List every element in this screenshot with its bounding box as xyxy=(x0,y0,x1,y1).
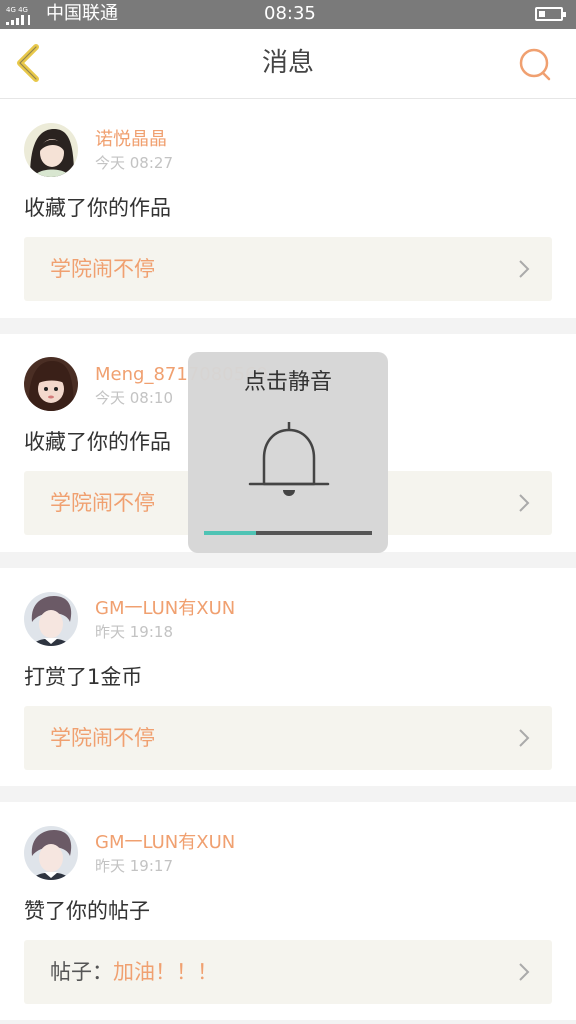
message-time: 昨天 19:18 xyxy=(95,623,173,641)
chevron-right-icon xyxy=(519,963,530,981)
search-button[interactable] xyxy=(517,46,553,82)
status-time: 08:35 xyxy=(264,3,316,24)
message-time: 昨天 19:17 xyxy=(95,857,173,875)
message-link[interactable]: 学院闹不停 xyxy=(24,237,552,301)
volume-level xyxy=(204,531,257,535)
avatar[interactable] xyxy=(24,357,78,411)
message-action: 赞了你的帖子 xyxy=(24,899,150,923)
message-action: 收藏了你的作品 xyxy=(24,430,171,454)
header-bar: 消息 xyxy=(0,29,576,99)
message-time: 今天 08:27 xyxy=(95,154,173,172)
message-username[interactable]: GM一LUN有XUN xyxy=(95,598,235,620)
network-type: 4G 4G xyxy=(6,6,28,14)
message-card: 诺悦晶晶 今天 08:27 收藏了你的作品 学院闹不停 xyxy=(0,99,576,318)
bell-icon xyxy=(248,422,330,496)
message-action: 打赏了1金币 xyxy=(24,665,143,689)
message-username[interactable]: 诺悦晶晶 xyxy=(95,129,167,151)
signal-icon: 4G 4G xyxy=(6,6,40,25)
message-link-text: 学院闹不停 xyxy=(50,491,155,515)
search-icon xyxy=(519,48,551,81)
message-link-text: 帖子：加油！！！ xyxy=(50,960,218,984)
avatar[interactable] xyxy=(24,123,78,177)
message-card: GM一LUN有XUN 昨天 19:18 打赏了1金币 学院闹不停 xyxy=(0,568,576,786)
message-link-text: 学院闹不停 xyxy=(50,726,155,750)
message-link[interactable]: 帖子：加油！！！ xyxy=(24,940,552,1004)
avatar[interactable] xyxy=(24,826,78,880)
chevron-right-icon xyxy=(519,729,530,747)
chevron-right-icon xyxy=(519,260,530,278)
carrier-name: 中国联通 xyxy=(46,3,118,24)
volume-overlay[interactable]: 点击静音 xyxy=(188,352,388,553)
chevron-right-icon xyxy=(519,494,530,512)
status-bar: 4G 4G 中国联通 08:35 xyxy=(0,0,576,29)
avatar[interactable] xyxy=(24,592,78,646)
message-link-text: 学院闹不停 xyxy=(50,257,155,281)
message-action: 收藏了你的作品 xyxy=(24,196,171,220)
message-time: 今天 08:10 xyxy=(95,389,173,407)
mute-label[interactable]: 点击静音 xyxy=(188,366,388,400)
message-card: GM一LUN有XUN 昨天 19:17 赞了你的帖子 帖子：加油！！！ xyxy=(0,802,576,1020)
message-username[interactable]: GM一LUN有XUN xyxy=(95,832,235,854)
message-link[interactable]: 学院闹不停 xyxy=(24,706,552,770)
page-title: 消息 xyxy=(261,48,314,78)
volume-slider[interactable] xyxy=(204,531,372,535)
battery-icon xyxy=(535,7,566,21)
